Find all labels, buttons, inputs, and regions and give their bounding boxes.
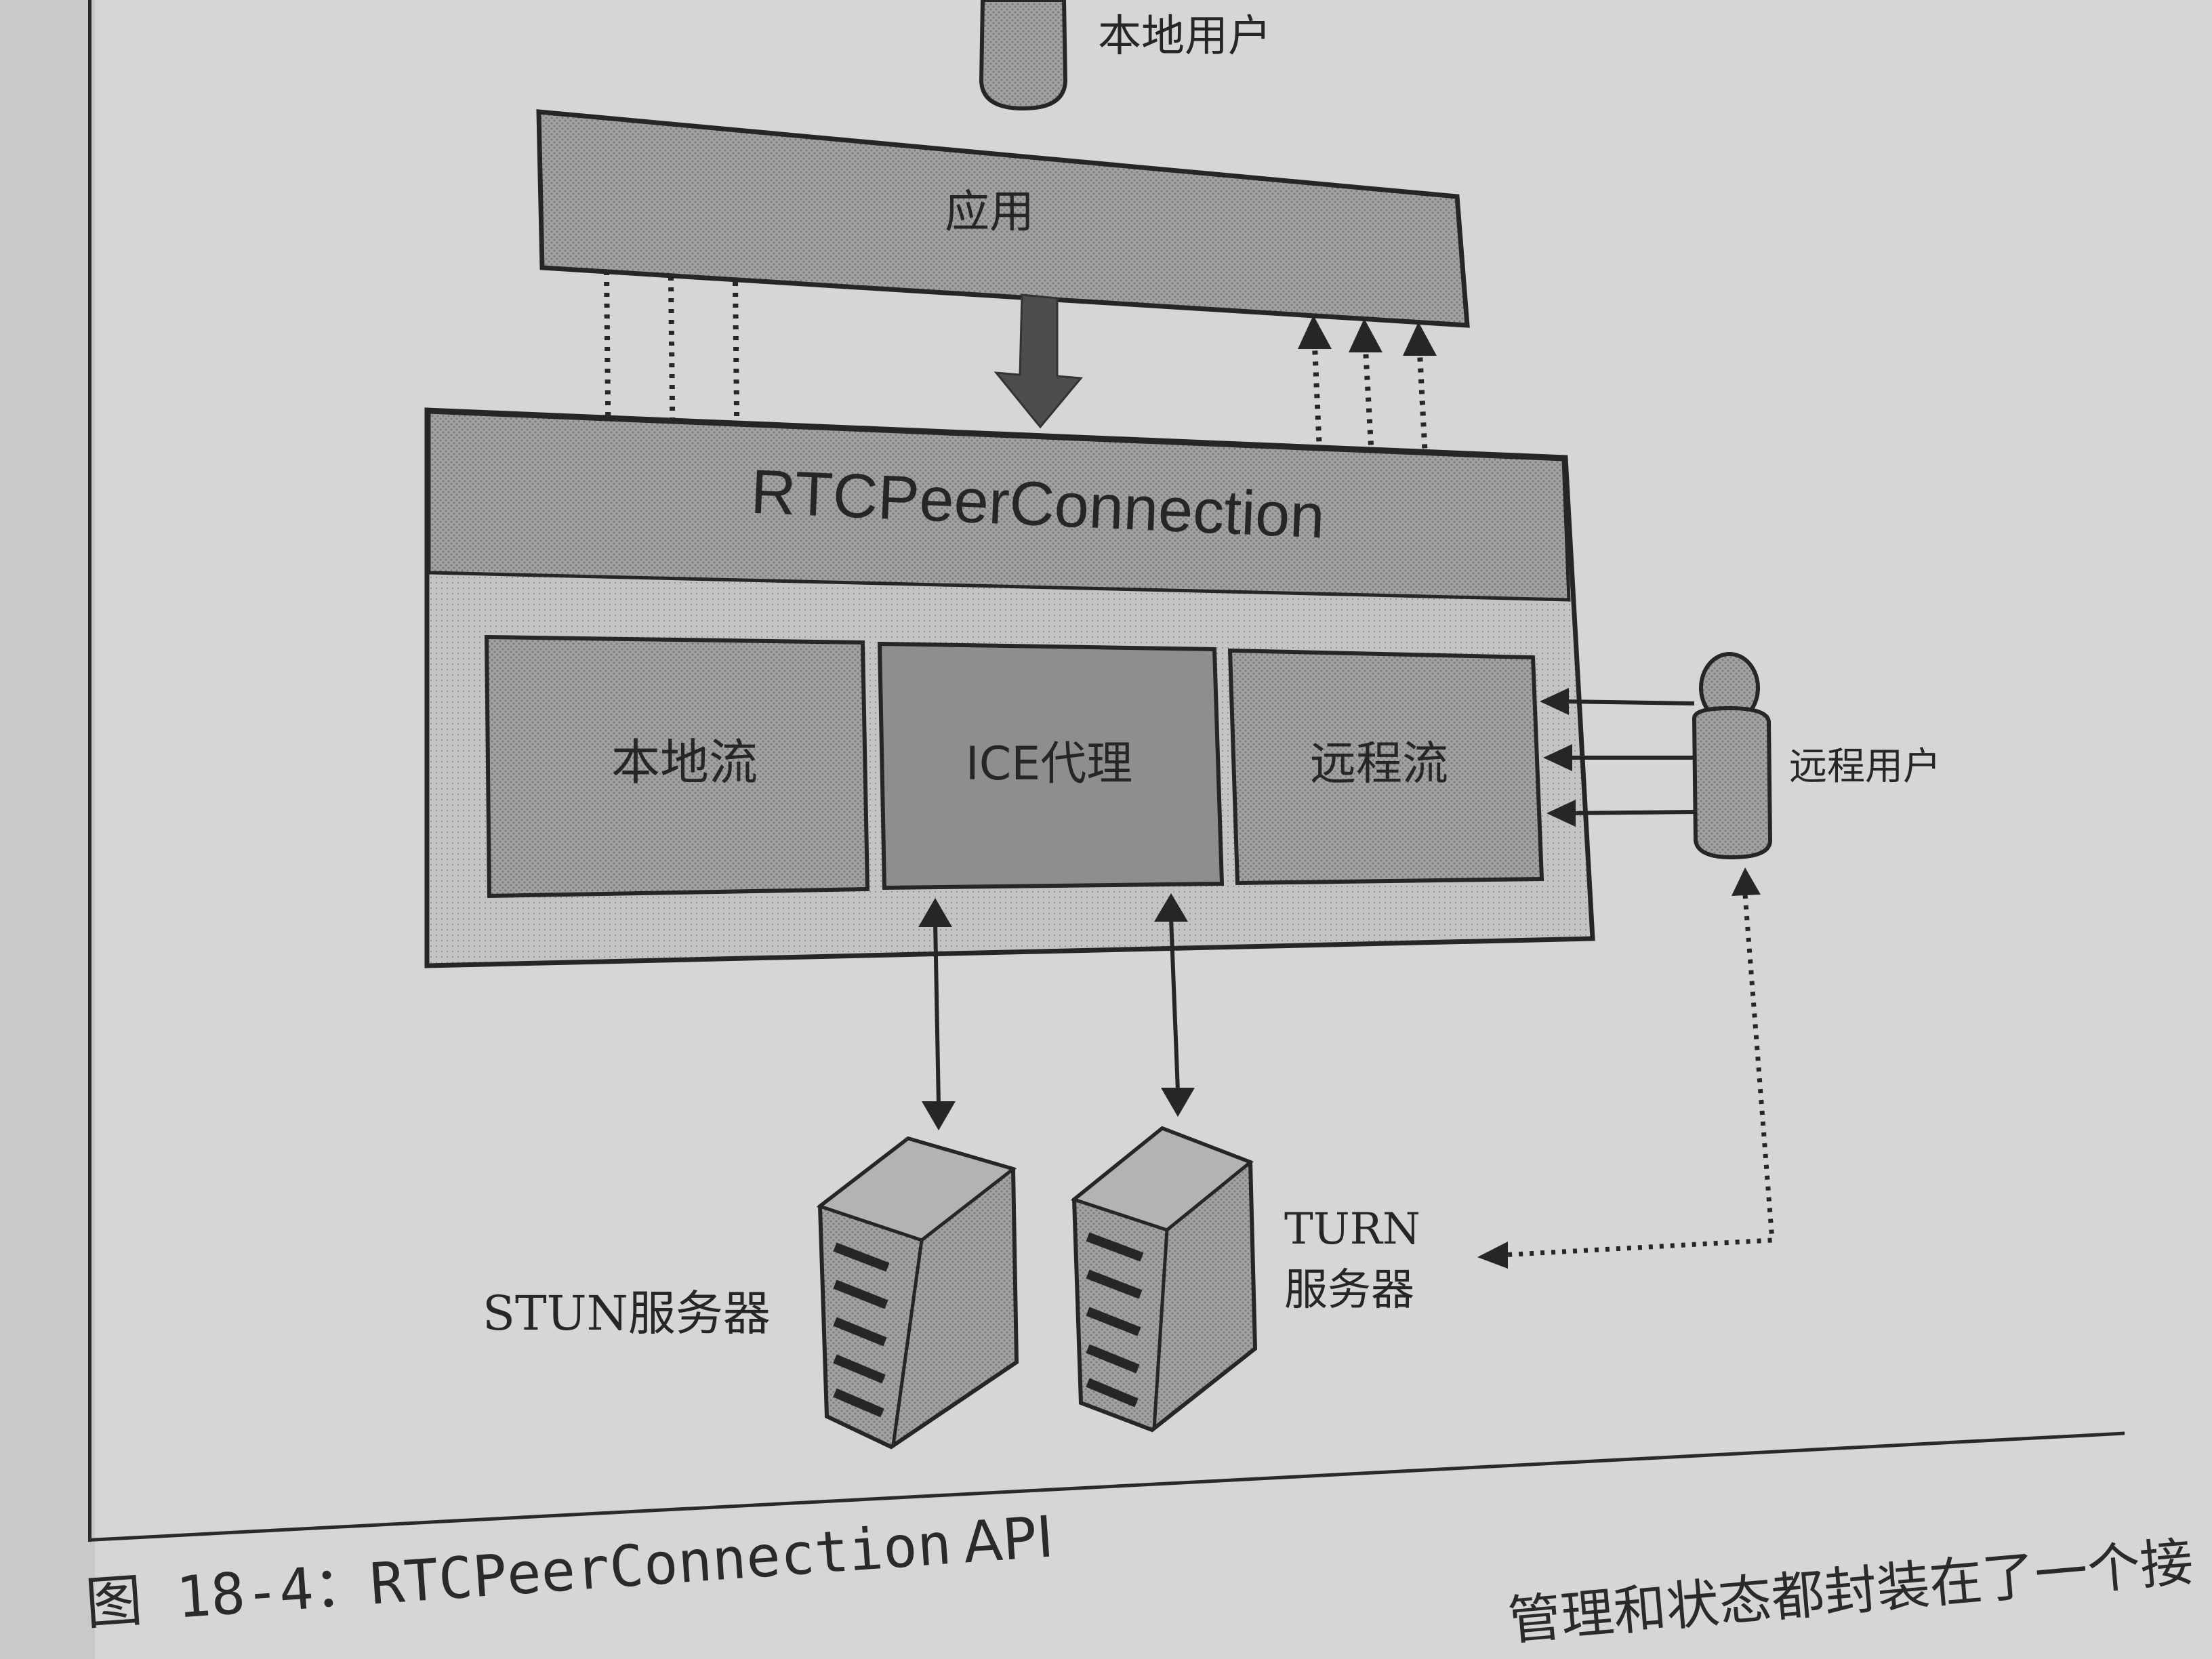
stun-server-icon — [816, 1136, 1019, 1450]
local-user-label: 本地用户 — [1098, 12, 1271, 62]
figure-title-api: API — [961, 1503, 1056, 1576]
ice-agent-label: ICE代理 — [966, 737, 1133, 791]
app-label: 应用 — [945, 186, 1034, 238]
remote-user-label: 远程用户 — [1789, 745, 1941, 789]
local-stream-label: 本地流 — [611, 734, 758, 791]
webrtc-architecture-diagram: 本地用户 应用 RTCPeerConnection 本地流 ICE代理 远程流 … — [424, 0, 1941, 1450]
remote-user-icon — [1692, 652, 1773, 860]
figure-number: 18-4： — [174, 1551, 373, 1631]
app-to-peer-arrow — [994, 293, 1083, 429]
remote-user-turn-link — [1500, 894, 1775, 1258]
local-user-icon — [979, 0, 1068, 111]
remote-stream-label: 远程流 — [1310, 737, 1448, 791]
turn-server-label-line1: TURN — [1284, 1204, 1420, 1254]
figure-label: 图 — [83, 1567, 145, 1638]
turn-server-icon — [1070, 1126, 1258, 1433]
turn-server-label-line2: 服务器 — [1284, 1265, 1414, 1315]
stun-server-label: STUN服务器 — [483, 1286, 771, 1341]
